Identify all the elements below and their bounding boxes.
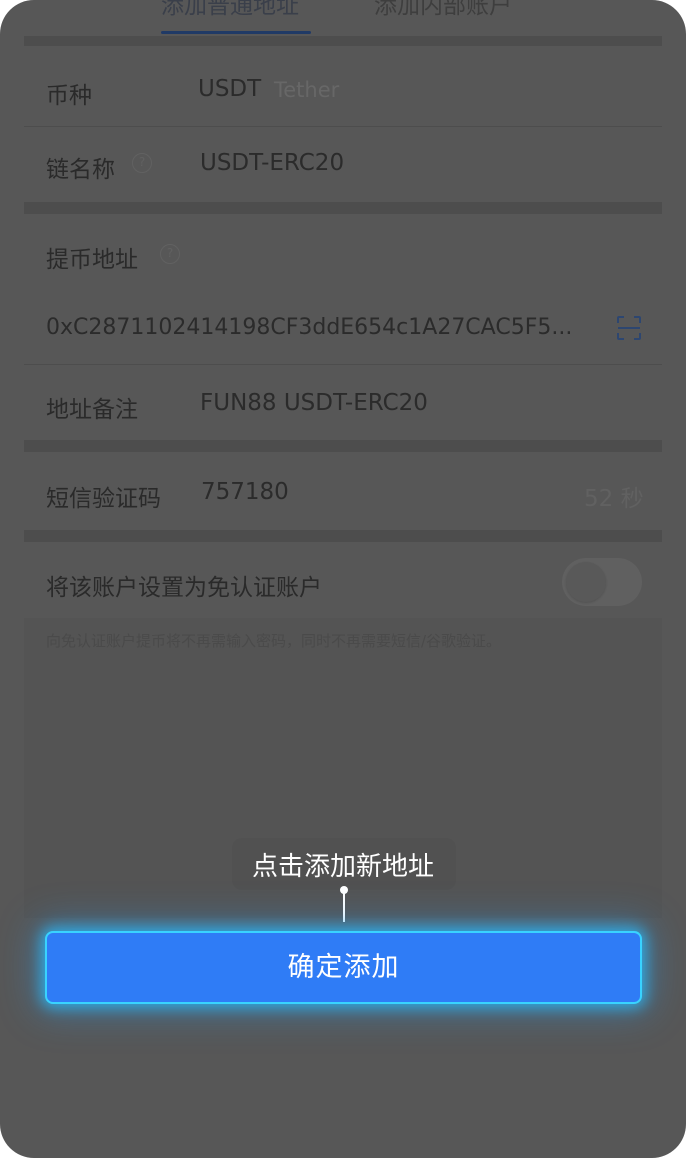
currency-label: 币种 bbox=[46, 83, 92, 109]
help-circle-icon[interactable]: ? bbox=[132, 153, 152, 173]
chain-value: USDT-ERC20 bbox=[200, 150, 345, 176]
tooltip-pointer-line bbox=[343, 890, 345, 922]
row-divider bbox=[24, 364, 662, 365]
remark-label: 地址备注 bbox=[46, 397, 138, 423]
tooltip-text: 点击添加新地址 bbox=[251, 852, 434, 882]
help-circle-icon[interactable]: ? bbox=[160, 244, 180, 264]
currency-value: USDT bbox=[198, 76, 262, 102]
tab-bar: 添加普通地址 添加内部账户 bbox=[0, 0, 686, 36]
trusted-account-toggle[interactable] bbox=[562, 558, 642, 606]
address-label: 提币地址 bbox=[46, 247, 138, 273]
sms-code-label: 短信验证码 bbox=[46, 486, 161, 512]
section-divider bbox=[24, 440, 662, 452]
active-tab-indicator bbox=[161, 31, 311, 34]
section-divider bbox=[24, 36, 662, 46]
remark-value[interactable]: FUN88 USDT-ERC20 bbox=[200, 390, 428, 416]
sms-code-value[interactable]: 757180 bbox=[201, 479, 289, 505]
trusted-account-label: 将该账户设置为免认证账户 bbox=[46, 575, 322, 601]
confirm-add-button[interactable]: 确定添加 bbox=[45, 931, 642, 1004]
trusted-account-note: 向免认证账户提币将不再需输入密码，同时不再需要短信/谷歌验证。 bbox=[46, 632, 502, 650]
address-input-value[interactable]: 0xC2871102414198CF3ddE654c1A27CAC5F5... bbox=[46, 315, 572, 340]
scan-icon[interactable] bbox=[615, 314, 643, 342]
tab-normal-address[interactable]: 添加普通地址 bbox=[161, 0, 299, 20]
chain-label: 链名称 bbox=[46, 157, 115, 183]
section-divider bbox=[24, 202, 662, 214]
toggle-knob bbox=[566, 562, 606, 602]
tab-internal-account[interactable]: 添加内部账户 bbox=[374, 0, 512, 20]
section-divider bbox=[24, 530, 662, 542]
sms-countdown: 52 秒 bbox=[584, 486, 644, 512]
screen: 添加普通地址 添加内部账户 币种 USDT Tether 链名称 ? USDT-… bbox=[0, 0, 686, 1158]
row-divider bbox=[24, 126, 662, 127]
currency-fullname: Tether bbox=[274, 78, 340, 102]
